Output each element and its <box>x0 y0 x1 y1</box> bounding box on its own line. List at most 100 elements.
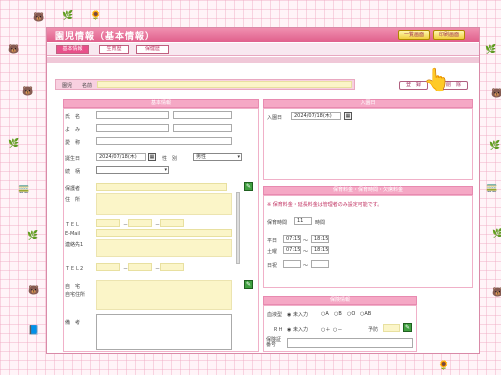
insurance-number-input[interactable] <box>287 338 413 348</box>
holiday-start-input[interactable] <box>283 260 301 268</box>
leaf-icon: 🌿 <box>27 231 39 241</box>
last-kana-input[interactable] <box>96 124 169 132</box>
book-icon: 📘 <box>28 326 40 336</box>
guardian-label: 保護者 <box>65 186 81 192</box>
name-label: 名前 <box>82 83 93 89</box>
tel-input-3[interactable] <box>160 219 184 227</box>
leaf-icon: 🌿 <box>62 11 74 21</box>
birth-date-input[interactable]: 2024/07/18(木) <box>96 153 146 161</box>
period-label: 予防 <box>368 327 379 333</box>
weekday-end-input[interactable]: 18:15 <box>311 235 329 243</box>
rh-radio-plus[interactable]: ○＋ <box>321 326 330 333</box>
weekday-start-input[interactable]: 07:15 <box>283 235 301 243</box>
email-input[interactable] <box>96 229 232 237</box>
tab-growth-history[interactable]: 生育歴 <box>99 45 129 54</box>
tel2-input-2[interactable] <box>128 263 152 271</box>
gender-label: 性 別 <box>162 156 178 162</box>
home-address-label: 自宅住所 <box>65 292 86 298</box>
holiday-end-input[interactable] <box>311 260 329 268</box>
blood-radio-unset[interactable]: ◉ 未入力 <box>287 311 308 318</box>
bear-icon: 🐻 <box>8 45 20 55</box>
edit-icon[interactable]: ✎ <box>244 280 253 289</box>
remarks-label: 備 考 <box>65 320 81 326</box>
sun-icon: 🌻 <box>90 11 102 21</box>
blood-radio-ab[interactable]: ○AB <box>360 311 371 317</box>
name-field-label: 氏 名 <box>65 114 81 120</box>
last-name-input[interactable] <box>96 111 169 119</box>
saturday-start-input[interactable]: 07:15 <box>283 246 301 254</box>
child-name-input[interactable] <box>97 81 352 88</box>
bear-icon: 🐻 <box>28 286 40 296</box>
train-icon: 🚃 <box>486 183 498 193</box>
edit-icon[interactable]: ✎ <box>244 182 253 191</box>
separator <box>47 57 479 63</box>
rh-radio-minus[interactable]: ○－ <box>333 326 342 333</box>
scrollbar[interactable] <box>236 192 240 264</box>
enrollment-header: 入園日 <box>263 99 473 108</box>
leaf-icon: 🌿 <box>492 229 501 239</box>
holiday-label: 日祝 <box>267 263 278 269</box>
contact-label: 連絡先1 <box>65 242 84 248</box>
hours-input[interactable]: 11 <box>294 217 312 225</box>
contact-input[interactable] <box>96 239 232 257</box>
blood-radio-o[interactable]: ○O <box>347 311 355 317</box>
enrollment-label: 入園日 <box>267 115 283 121</box>
address-label: 住 所 <box>65 197 81 203</box>
leaf-icon: 🌿 <box>8 139 20 149</box>
first-name-input[interactable] <box>173 111 232 119</box>
rh-label: ＲＨ <box>273 327 284 333</box>
hours-label: 保育時間 <box>267 220 288 226</box>
relation-select[interactable] <box>96 166 169 174</box>
sun-icon: 🌻 <box>438 361 450 371</box>
gender-select[interactable]: 男性 <box>193 153 242 161</box>
bear-icon: 🐻 <box>492 288 501 298</box>
tel2-input-1[interactable] <box>96 263 120 271</box>
rh-radio-unset[interactable]: ◉ 未入力 <box>287 326 308 333</box>
title-bar: 園児情報（基本情報） 一覧画面 印刷画面 <box>47 28 479 42</box>
range-sep: ～ <box>303 263 309 269</box>
period-input[interactable] <box>383 324 400 332</box>
leaf-icon: 🌿 <box>485 45 497 55</box>
remarks-textarea[interactable] <box>96 314 232 350</box>
tel-input-1[interactable] <box>96 219 120 227</box>
tel-input-2[interactable] <box>128 219 152 227</box>
tel2-label: ＴＥＬ2 <box>65 266 84 272</box>
range-sep: ～ <box>303 249 309 255</box>
list-screen-button[interactable]: 一覧画面 <box>398 30 430 40</box>
hours-unit: 時間 <box>315 220 326 226</box>
fees-header: 保育料金・保育時間・欠席料金 <box>263 186 473 195</box>
home-address-input[interactable] <box>96 280 232 310</box>
window-title: 園児情報（基本情報） <box>55 32 156 42</box>
calendar-icon[interactable]: ▦ <box>148 153 156 161</box>
bear-icon: 🐻 <box>491 89 501 99</box>
print-screen-button[interactable]: 印刷画面 <box>433 30 465 40</box>
email-label: E-Mail <box>65 231 81 237</box>
bear-icon: 🐻 <box>22 87 34 97</box>
tel-label: ＴＥＬ <box>65 222 81 228</box>
weekday-label: 平日 <box>267 238 278 244</box>
blood-radio-b[interactable]: ○B <box>334 311 342 317</box>
guardian-input[interactable] <box>96 183 227 191</box>
relation-label: 続 柄 <box>65 169 81 175</box>
enrollment-date-input[interactable]: 2024/07/18(木) <box>291 112 341 120</box>
bear-icon: 🐻 <box>33 13 45 23</box>
health-header: 保険情報 <box>263 296 417 305</box>
basic-info-header: 基本情報 <box>63 99 259 108</box>
tel2-input-3[interactable] <box>160 263 184 271</box>
insurance-number-label: 保険証番号 <box>266 337 282 348</box>
first-kana-input[interactable] <box>173 124 232 132</box>
edit-icon[interactable]: ✎ <box>403 323 412 332</box>
address-input[interactable] <box>96 193 232 215</box>
tab-health-history[interactable]: 保健歴 <box>136 45 169 54</box>
child-name-row: 園児 名前 <box>55 79 355 90</box>
pointer-hand-icon: 👆 <box>423 68 451 93</box>
calendar-icon[interactable]: ▦ <box>344 112 352 120</box>
blood-radio-a[interactable]: ○A <box>321 311 329 317</box>
saturday-end-input[interactable]: 18:15 <box>311 246 329 254</box>
birth-label: 誕生日 <box>65 156 81 162</box>
child-tag: 園児 <box>62 83 73 89</box>
leaf-icon: 🌿 <box>489 141 501 151</box>
tab-basic-info[interactable]: 基本情報 <box>56 45 89 54</box>
saturday-label: 土曜 <box>267 249 278 255</box>
nickname-input[interactable] <box>96 137 232 145</box>
